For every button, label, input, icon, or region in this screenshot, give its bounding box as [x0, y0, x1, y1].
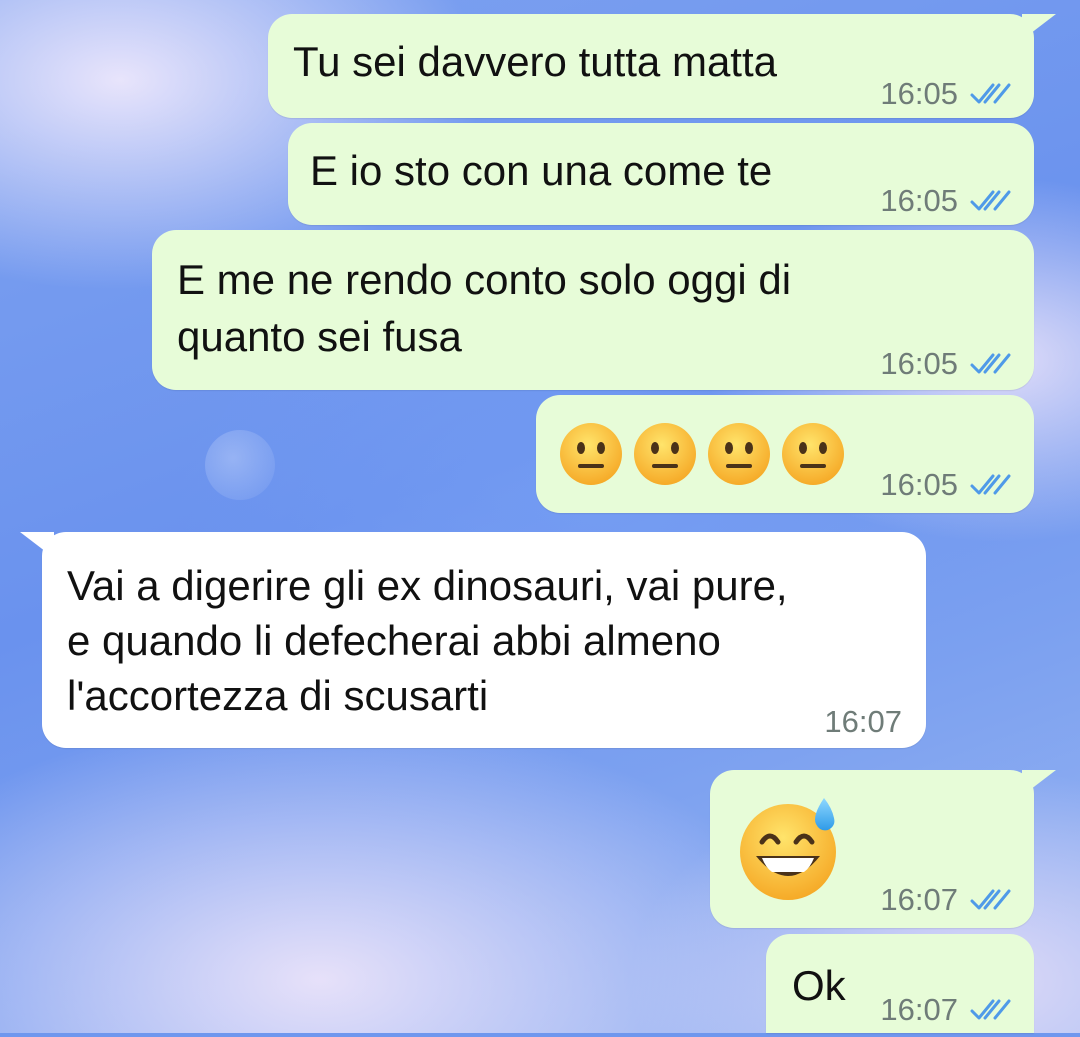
message-text: Ok: [792, 962, 846, 1009]
message-time: 16:05: [880, 346, 958, 381]
message-bubble-outgoing[interactable]: 16:07: [710, 770, 1056, 928]
message-text-line: l'accortezza di scusarti: [67, 672, 489, 719]
double-check-icon: [970, 474, 1011, 494]
message-bubble-outgoing[interactable]: E me ne rendo conto solo oggi di quanto …: [152, 230, 1034, 390]
neutral-face-emoji: [708, 423, 770, 485]
double-check-icon: [970, 190, 1011, 210]
emoji-row: [558, 421, 846, 487]
message-meta: 16:07: [824, 694, 902, 749]
message-meta: 16:05: [880, 66, 1014, 121]
message-bubble-outgoing[interactable]: Tu sei davvero tutta matta 16:05: [268, 14, 1056, 121]
message-meta: 16:07: [880, 872, 1014, 927]
message-time: 16:05: [880, 183, 958, 218]
message-bubble-outgoing[interactable]: 16:05: [536, 395, 1034, 513]
neutral-face-emoji: [560, 423, 622, 485]
message-time: 16:07: [824, 704, 902, 739]
message-time: 16:07: [880, 882, 958, 917]
message-bubble-outgoing[interactable]: E io sto con una come te 16:05: [288, 123, 1034, 225]
message-meta: 16:05: [880, 336, 1014, 391]
message-text-line: Vai a digerire gli ex dinosauri, vai pur…: [67, 562, 788, 609]
double-check-icon: [970, 999, 1011, 1019]
message-bubble-outgoing[interactable]: Ok 16:07: [766, 934, 1034, 1033]
wallpaper-moon: [205, 430, 275, 500]
message-meta: 16:05: [880, 173, 1014, 228]
message-text-line: e quando li defecherai abbi almeno: [67, 617, 721, 664]
neutral-face-emoji: [782, 423, 844, 485]
message-bubble-incoming[interactable]: Vai a digerire gli ex dinosauri, vai pur…: [20, 532, 926, 749]
message-text: E io sto con una come te: [310, 147, 773, 194]
double-check-icon: [970, 353, 1011, 373]
double-check-icon: [970, 889, 1011, 909]
message-time: 16:07: [880, 992, 958, 1027]
message-meta: 16:05: [880, 457, 1014, 512]
neutral-face-emoji: [634, 423, 696, 485]
message-meta: 16:07: [880, 982, 1014, 1037]
message-text: Tu sei davvero tutta matta: [293, 38, 778, 85]
message-time: 16:05: [880, 76, 958, 111]
message-text-line: quanto sei fusa: [177, 313, 462, 360]
grinning-face-with-sweat-emoji: [740, 798, 836, 900]
message-text-line: E me ne rendo conto solo oggi di: [177, 256, 792, 303]
message-time: 16:05: [880, 467, 958, 502]
double-check-icon: [970, 83, 1011, 103]
